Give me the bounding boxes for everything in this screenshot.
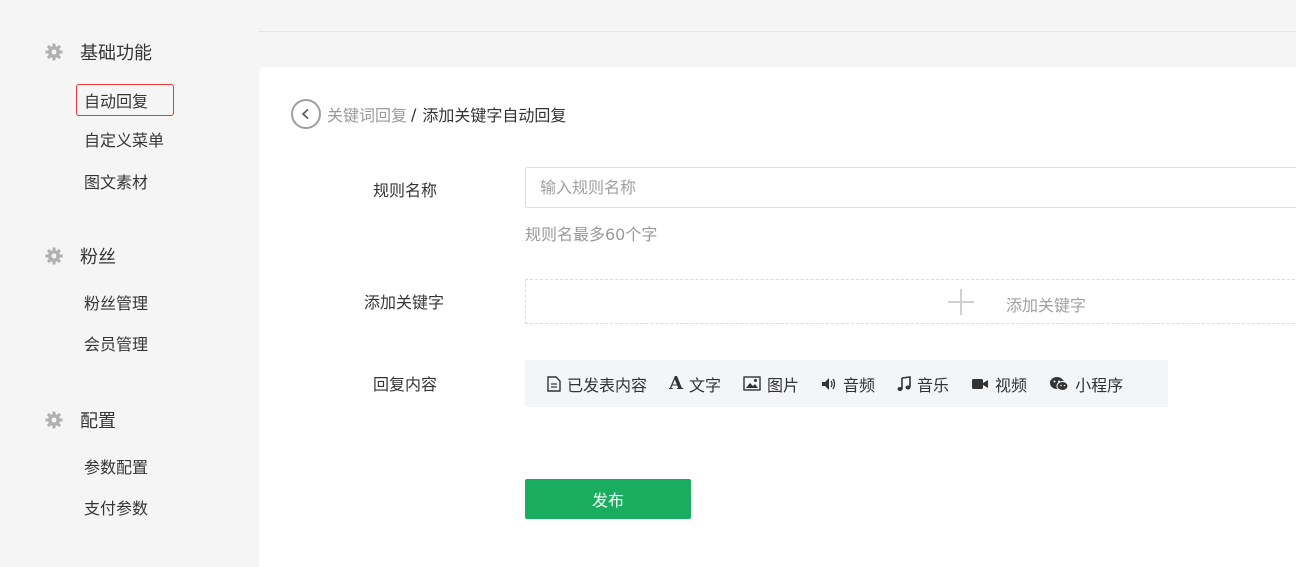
reply-type-label: 文字: [688, 375, 721, 395]
reply-type-label: 音频: [843, 375, 876, 395]
sidebar-group-header: 配置: [44, 408, 116, 432]
add-keyword-text: 添加关键字: [1006, 296, 1087, 315]
top-bar: [258, 0, 1296, 32]
reply-type-label: 图片: [767, 375, 800, 395]
gear-icon: [45, 411, 63, 429]
publish-button[interactable]: 发布: [525, 479, 691, 519]
main-panel: 关键词回复 / 添加关键字自动回复 规则名称 规则名最多60个字 添加关键字 添…: [259, 67, 1296, 567]
breadcrumb-current: 添加关键字自动回复: [422, 106, 567, 125]
reply-content-label: 回复内容: [373, 375, 438, 394]
sidebar-item-member-management[interactable]: 会员管理: [76, 327, 174, 359]
reply-type-toolbar: 已发表内容 A 文字 图片 音频 音乐 视频 小程序: [525, 360, 1168, 407]
chevron-left-icon: [301, 108, 309, 120]
sidebar-group-title: 粉丝: [80, 247, 116, 268]
reply-type-image[interactable]: 图片: [743, 372, 799, 396]
reply-type-music[interactable]: 音乐: [897, 372, 949, 396]
sidebar-item-fans-management[interactable]: 粉丝管理: [76, 286, 174, 318]
reply-type-label: 已发表内容: [567, 375, 648, 395]
gear-icon: [45, 247, 63, 265]
sidebar: 基础功能 自动回复 自定义菜单 图文素材 粉丝 粉丝管理 会员管理 配置 参数配…: [0, 0, 258, 567]
video-camera-icon: [972, 378, 989, 389]
reply-type-video[interactable]: 视频: [971, 372, 1027, 396]
reply-type-text[interactable]: A 文字: [669, 372, 721, 396]
sidebar-item-auto-reply[interactable]: 自动回复: [76, 84, 174, 116]
reply-type-label: 音乐: [917, 375, 950, 395]
keyword-label: 添加关键字: [364, 293, 445, 312]
breadcrumb: 关键词回复 / 添加关键字自动回复: [291, 99, 566, 129]
sidebar-group-title: 配置: [80, 411, 116, 432]
reply-type-label: 小程序: [1075, 375, 1124, 395]
sidebar-group-title: 基础功能: [80, 43, 152, 64]
add-keyword-button[interactable]: 添加关键字: [525, 279, 1296, 324]
sidebar-item-custom-menu[interactable]: 自定义菜单: [76, 123, 174, 155]
mini-program-icon: [1050, 376, 1069, 391]
music-note-icon: [897, 375, 911, 391]
rule-name-label: 规则名称: [373, 181, 438, 200]
breadcrumb-separator: /: [411, 104, 417, 124]
text-icon: A: [669, 373, 683, 394]
rule-name-hint: 规则名最多60个字: [525, 225, 658, 244]
sidebar-item-article-material[interactable]: 图文素材: [76, 165, 174, 197]
sidebar-group-header: 基础功能: [44, 40, 152, 64]
plus-icon: [948, 289, 974, 315]
sidebar-item-payment-params[interactable]: 支付参数: [76, 491, 174, 523]
image-icon: [743, 376, 761, 391]
reply-type-published[interactable]: 已发表内容: [547, 372, 647, 396]
speaker-icon: [822, 377, 836, 390]
document-icon: [547, 375, 561, 392]
sidebar-item-parameter-config[interactable]: 参数配置: [76, 450, 174, 482]
sidebar-group-header: 粉丝: [44, 244, 116, 268]
reply-type-audio[interactable]: 音频: [821, 372, 875, 396]
gear-icon: [45, 43, 63, 61]
reply-type-mini-program[interactable]: 小程序: [1049, 372, 1123, 396]
reply-type-label: 视频: [995, 375, 1028, 395]
rule-name-input[interactable]: [525, 167, 1296, 208]
breadcrumb-parent-link[interactable]: 关键词回复: [327, 102, 407, 126]
back-button[interactable]: [291, 99, 321, 129]
